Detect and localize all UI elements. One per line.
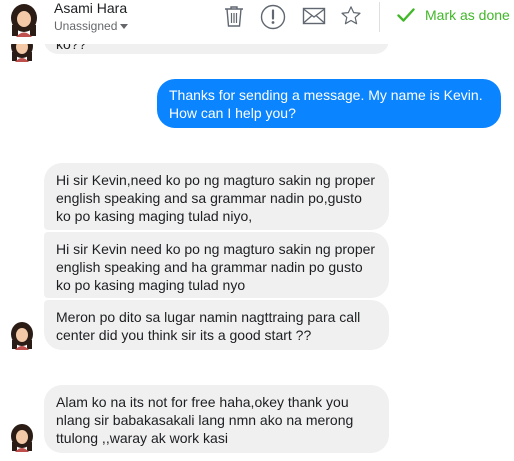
header-divider bbox=[379, 2, 380, 32]
star-icon[interactable] bbox=[340, 4, 362, 28]
incoming-message: Hi sir Kevin,need ko po ng magturo sakin… bbox=[44, 163, 389, 230]
contact-name[interactable]: Asami Hara bbox=[54, 0, 127, 16]
incoming-message: Hi sir Kevin need ko po ng magturo sakin… bbox=[44, 232, 389, 298]
trash-icon[interactable] bbox=[222, 4, 246, 28]
checkmark-icon bbox=[397, 8, 415, 22]
envelope-icon[interactable] bbox=[302, 4, 326, 28]
contact-avatar-icon bbox=[11, 424, 33, 452]
incoming-message: Alam ko na its not for free haha,okey th… bbox=[44, 385, 389, 453]
mark-as-done-label: Mark as done bbox=[425, 7, 510, 23]
assignee-label: Unassigned bbox=[54, 19, 118, 33]
conversation-header: Asami Hara Unassigned Mark as done bbox=[0, 0, 514, 44]
mark-as-done-button[interactable]: Mark as done bbox=[397, 7, 510, 23]
assignee-dropdown[interactable]: Unassigned bbox=[54, 19, 129, 33]
exclamation-icon[interactable] bbox=[260, 4, 286, 30]
caret-down-icon bbox=[120, 24, 129, 30]
incoming-message: Meron po dito sa lugar namin nagttraing … bbox=[44, 300, 389, 350]
contact-avatar-icon bbox=[11, 322, 33, 350]
outgoing-message: Thanks for sending a message. My name is… bbox=[157, 79, 501, 128]
contact-avatar-icon bbox=[11, 4, 37, 37]
